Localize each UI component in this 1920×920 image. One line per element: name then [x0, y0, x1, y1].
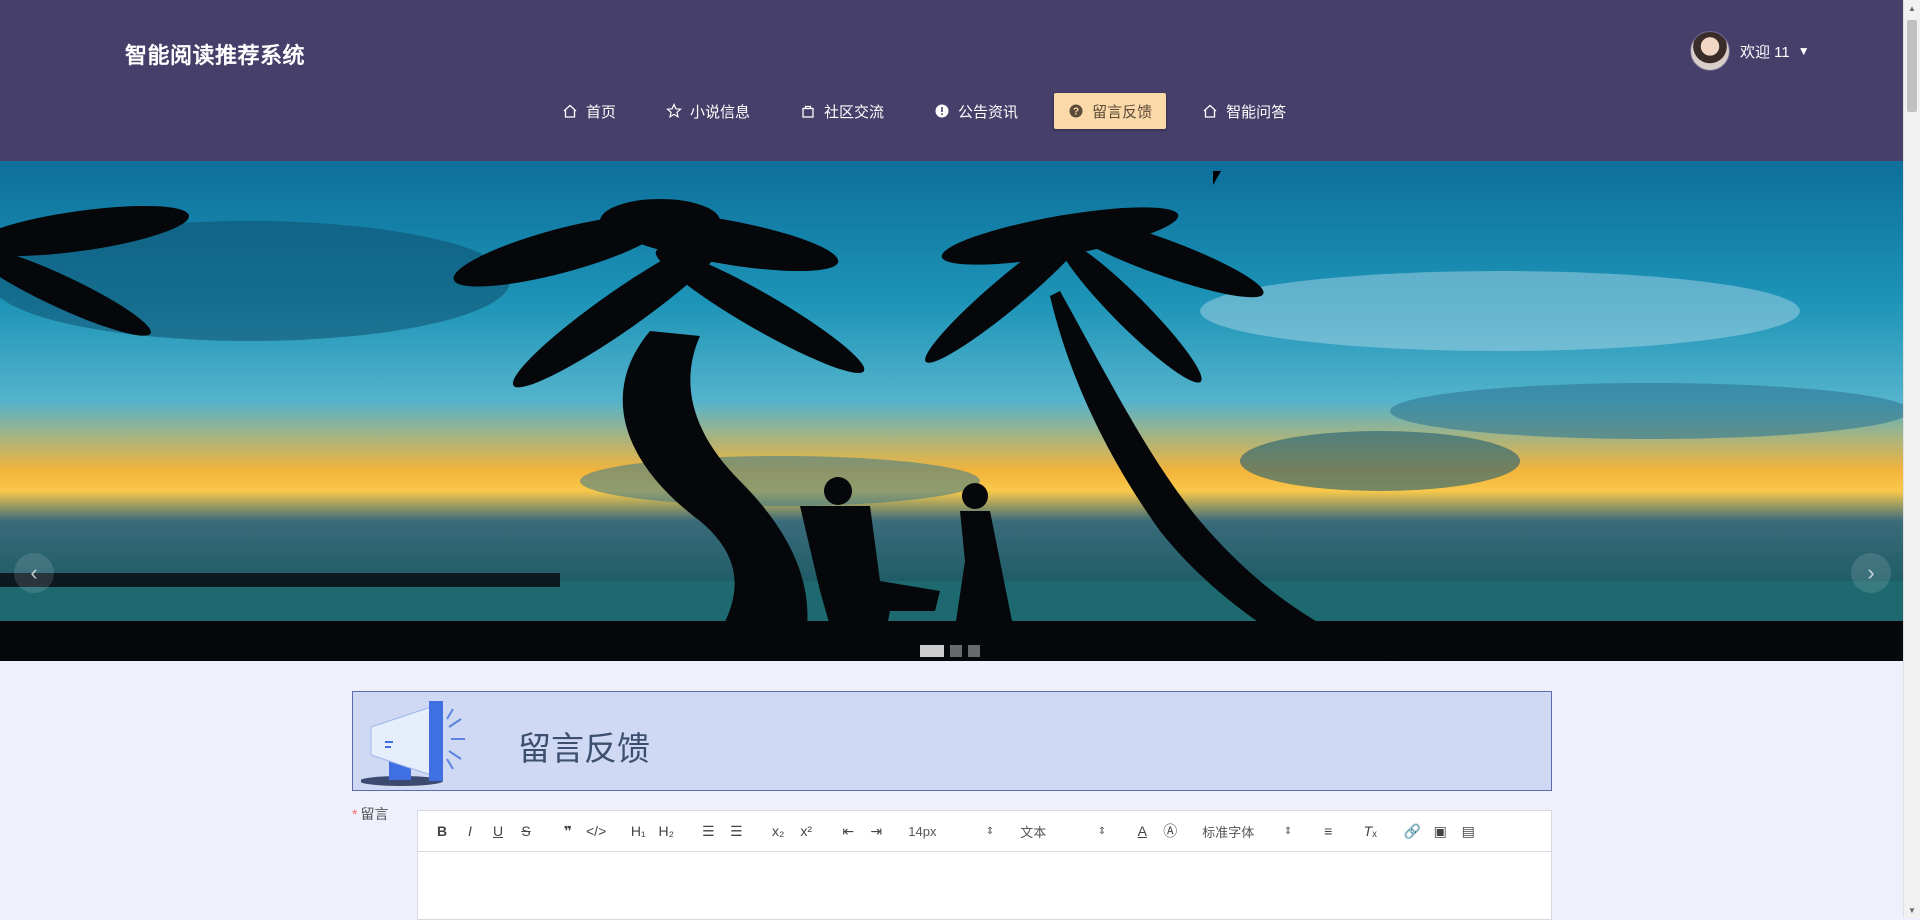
superscript-button[interactable]: x² — [796, 819, 816, 843]
home-icon — [1202, 103, 1218, 119]
subscript-button[interactable]: x₂ — [768, 819, 788, 843]
select-arrows-icon: ⇕ — [1097, 825, 1107, 837]
nav-label: 小说信息 — [690, 103, 751, 121]
font-family-value: 标准字体 — [1202, 824, 1255, 840]
question-icon: ? — [1068, 103, 1084, 119]
feedback-title: 留言反馈 — [518, 730, 650, 767]
outdent-button[interactable]: ⇤ — [838, 819, 858, 843]
scroll-down-icon[interactable]: ▼ — [1904, 902, 1920, 918]
carousel-dot-1[interactable] — [920, 645, 944, 657]
nav-item-qa[interactable]: 智能问答 — [1188, 93, 1300, 129]
image-button[interactable]: ▣ — [1430, 819, 1450, 843]
bullet-list-button[interactable]: ☰ — [726, 819, 746, 843]
strike-button[interactable]: S — [516, 819, 536, 843]
nav-label: 留言反馈 — [1092, 103, 1153, 121]
nav-item-home[interactable]: 首页 — [548, 93, 630, 129]
site-title[interactable]: 智能阅读推荐系统 — [125, 38, 305, 70]
clear-format-button[interactable]: Tₓ — [1360, 819, 1380, 843]
blockquote-button[interactable]: ❞ — [558, 819, 578, 843]
font-size-select[interactable]: 14px ⇕ — [908, 819, 994, 843]
top-header: 智能阅读推荐系统 欢迎 11 ▼ 首页 小说信息 社区交流 公告资讯 ? 留言反… — [0, 0, 1904, 161]
font-family-select[interactable]: 标准字体 ⇕ — [1202, 819, 1292, 843]
select-arrows-icon: ⇕ — [985, 825, 995, 837]
svg-text:?: ? — [1073, 107, 1079, 118]
block-type-select[interactable]: 文本 ⇕ — [1020, 819, 1106, 843]
home-icon — [562, 103, 578, 119]
font-size-value: 14px — [908, 823, 937, 839]
carousel-prev-button[interactable]: ‹ — [14, 553, 54, 593]
carousel-dot-3[interactable] — [968, 645, 980, 657]
block-type-value: 文本 — [1020, 824, 1047, 840]
indent-button[interactable]: ⇥ — [866, 819, 886, 843]
text-color-button[interactable]: A — [1132, 819, 1152, 843]
carousel-next-button[interactable]: › — [1851, 553, 1891, 593]
nav-label: 公告资讯 — [958, 103, 1019, 121]
align-button[interactable]: ≡ — [1318, 819, 1338, 843]
rich-text-editor[interactable]: B I U S ❞ </> H₁ H₂ ☰ ☰ x₂ x² ⇤ ⇥ 14px ⇕… — [417, 810, 1552, 920]
link-button[interactable]: 🔗 — [1402, 819, 1422, 843]
message-label: * 留言 — [352, 804, 388, 824]
avatar[interactable] — [1690, 31, 1730, 71]
nav-item-feedback[interactable]: ? 留言反馈 — [1054, 93, 1167, 129]
main-nav: 首页 小说信息 社区交流 公告资讯 ? 留言反馈 智能问答 — [548, 93, 1322, 129]
feedback-header-banner: 留言反馈 — [352, 691, 1552, 791]
carousel-indicators — [920, 645, 980, 657]
header2-button[interactable]: H₂ — [656, 819, 676, 843]
scroll-up-icon[interactable]: ▲ — [1904, 0, 1920, 16]
caret-down-icon[interactable]: ▼ — [1798, 44, 1810, 58]
header1-button[interactable]: H₁ — [628, 819, 648, 843]
code-block-button[interactable]: </> — [586, 819, 606, 843]
user-menu[interactable]: 欢迎 11 ▼ — [1690, 31, 1810, 71]
nav-item-novels[interactable]: 小说信息 — [652, 93, 764, 129]
required-mark: * — [352, 806, 358, 822]
select-arrows-icon: ⇕ — [1283, 825, 1293, 837]
mouse-cursor-icon — [1213, 171, 1221, 185]
carousel-dot-2[interactable] — [950, 645, 962, 657]
nav-item-community[interactable]: 社区交流 — [786, 93, 898, 129]
editor-content-area[interactable] — [418, 852, 1551, 919]
beach-sunset-image — [0, 199, 1904, 661]
page-scrollbar[interactable]: ▲ ▼ — [1903, 0, 1920, 918]
scroll-thumb[interactable] — [1907, 20, 1917, 112]
ordered-list-button[interactable]: ☰ — [698, 819, 718, 843]
star-icon — [666, 103, 682, 119]
nav-label: 智能问答 — [1226, 103, 1287, 121]
background-color-button[interactable]: Ⓐ — [1160, 819, 1180, 843]
user-greeting[interactable]: 欢迎 11 — [1740, 41, 1790, 62]
underline-button[interactable]: U — [488, 819, 508, 843]
editor-toolbar: B I U S ❞ </> H₁ H₂ ☰ ☰ x₂ x² ⇤ ⇥ 14px ⇕… — [418, 811, 1551, 852]
video-button[interactable]: ▤ — [1458, 819, 1478, 843]
hero-carousel[interactable]: ‹ › — [0, 161, 1904, 661]
bold-button[interactable]: B — [432, 819, 452, 843]
nav-item-notices[interactable]: 公告资讯 — [920, 93, 1032, 129]
megaphone-icon — [361, 701, 465, 786]
italic-button[interactable]: I — [460, 819, 480, 843]
info-icon — [934, 103, 950, 119]
nav-label: 首页 — [586, 103, 617, 121]
nav-label: 社区交流 — [824, 103, 885, 121]
message-label-text: 留言 — [360, 806, 389, 822]
bag-icon — [800, 103, 816, 119]
